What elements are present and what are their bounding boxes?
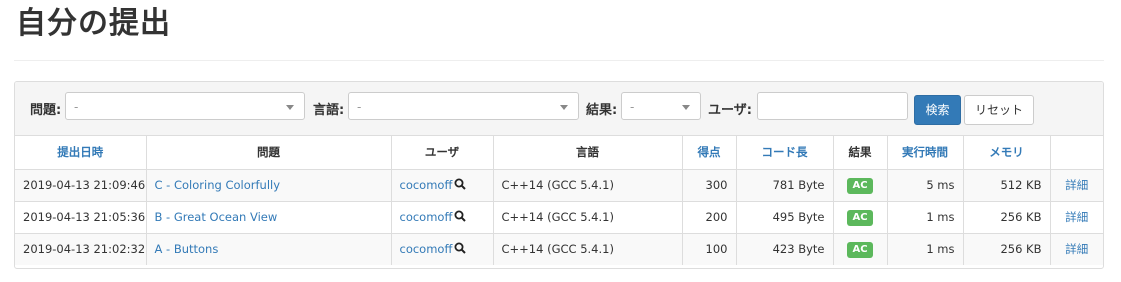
problem-link[interactable]: C - Coloring Colorfully: [146, 169, 392, 202]
status-badge: AC: [847, 209, 873, 226]
caret-down-icon: [286, 105, 294, 110]
table-header-row: 提出日時 問題 ユーザ 言語 得点 コード長 結果 実行時間 メモリ: [15, 136, 1103, 170]
detail-link[interactable]: 詳細: [1050, 233, 1103, 265]
header-user: ユーザ: [391, 136, 494, 170]
status-badge: AC: [847, 177, 873, 194]
code-length-cell: 423 Byte: [736, 233, 834, 265]
status-filter-select[interactable]: -: [621, 92, 701, 120]
problem-filter-value: -: [74, 100, 79, 114]
problem-link[interactable]: A - Buttons: [146, 233, 392, 265]
user-link[interactable]: cocomoff: [400, 210, 453, 224]
exec-time-cell: 1 ms: [887, 201, 964, 234]
filter-bar: 問題: - 言語: - 結果: - ユーザ: 検索 リセット: [15, 82, 1103, 136]
exec-time-cell: 1 ms: [887, 233, 964, 265]
language-cell: C++14 (GCC 5.4.1): [493, 169, 683, 202]
submission-date: 2019-04-13 21:09:46: [15, 169, 147, 202]
memory-cell: 256 KB: [963, 233, 1051, 265]
user-cell: cocomoff: [391, 169, 494, 202]
status-cell: AC: [833, 233, 888, 265]
language-cell: C++14 (GCC 5.4.1): [493, 201, 683, 234]
user-cell: cocomoff: [391, 201, 494, 234]
status-cell: AC: [833, 169, 888, 202]
language-filter-select[interactable]: -: [348, 92, 579, 120]
score-cell: 100: [682, 233, 737, 265]
magnifier-icon[interactable]: [454, 178, 467, 193]
user-filter-input[interactable]: [757, 92, 908, 120]
status-cell: AC: [833, 201, 888, 234]
header-language: 言語: [493, 136, 683, 170]
user-link[interactable]: cocomoff: [400, 242, 453, 256]
table-row: 2019-04-13 21:05:36 B - Great Ocean View…: [15, 201, 1103, 234]
header-status: 結果: [833, 136, 888, 170]
score-cell: 200: [682, 201, 737, 234]
status-badge: AC: [847, 241, 873, 258]
score-cell: 300: [682, 169, 737, 202]
reset-button[interactable]: リセット: [964, 95, 1034, 125]
submission-date: 2019-04-13 21:05:36: [15, 201, 147, 234]
problem-filter-select[interactable]: -: [65, 92, 305, 120]
code-length-cell: 495 Byte: [736, 201, 834, 234]
header-score[interactable]: 得点: [682, 136, 737, 170]
problem-link[interactable]: B - Great Ocean View: [146, 201, 392, 234]
language-cell: C++14 (GCC 5.4.1): [493, 233, 683, 265]
memory-cell: 256 KB: [963, 201, 1051, 234]
magnifier-icon[interactable]: [454, 242, 467, 257]
page-title: 自分の提出: [16, 6, 171, 41]
header-exec-time[interactable]: 実行時間: [887, 136, 964, 170]
search-button[interactable]: 検索: [914, 95, 961, 125]
caret-down-icon: [682, 105, 690, 110]
header-detail: [1050, 136, 1103, 170]
code-length-cell: 781 Byte: [736, 169, 834, 202]
header-date[interactable]: 提出日時: [15, 136, 147, 170]
header-code-length[interactable]: コード長: [736, 136, 834, 170]
title-divider: [14, 60, 1104, 61]
detail-link[interactable]: 詳細: [1050, 201, 1103, 234]
memory-cell: 512 KB: [963, 169, 1051, 202]
user-link[interactable]: cocomoff: [400, 178, 453, 192]
submission-date: 2019-04-13 21:02:32: [15, 233, 147, 265]
caret-down-icon: [560, 105, 568, 110]
detail-link[interactable]: 詳細: [1050, 169, 1103, 202]
user-filter-label: ユーザ:: [708, 103, 752, 118]
status-filter-value: -: [630, 100, 635, 114]
magnifier-icon[interactable]: [454, 210, 467, 225]
user-cell: cocomoff: [391, 233, 494, 265]
language-filter-value: -: [357, 100, 362, 114]
exec-time-cell: 5 ms: [887, 169, 964, 202]
submissions-table: 提出日時 問題 ユーザ 言語 得点 コード長 結果 実行時間 メモリ 2019-…: [15, 136, 1103, 265]
language-filter-label: 言語:: [313, 103, 345, 118]
submissions-panel: 問題: - 言語: - 結果: - ユーザ: 検索 リセット 提出日時 問題 ユ…: [14, 81, 1104, 269]
table-row: 2019-04-13 21:02:32 A - Buttons cocomoff…: [15, 233, 1103, 265]
table-row: 2019-04-13 21:09:46 C - Coloring Colorfu…: [15, 169, 1103, 202]
problem-filter-label: 問題:: [30, 103, 62, 118]
status-filter-label: 結果:: [586, 103, 618, 118]
header-memory[interactable]: メモリ: [963, 136, 1051, 170]
header-problem: 問題: [146, 136, 392, 170]
